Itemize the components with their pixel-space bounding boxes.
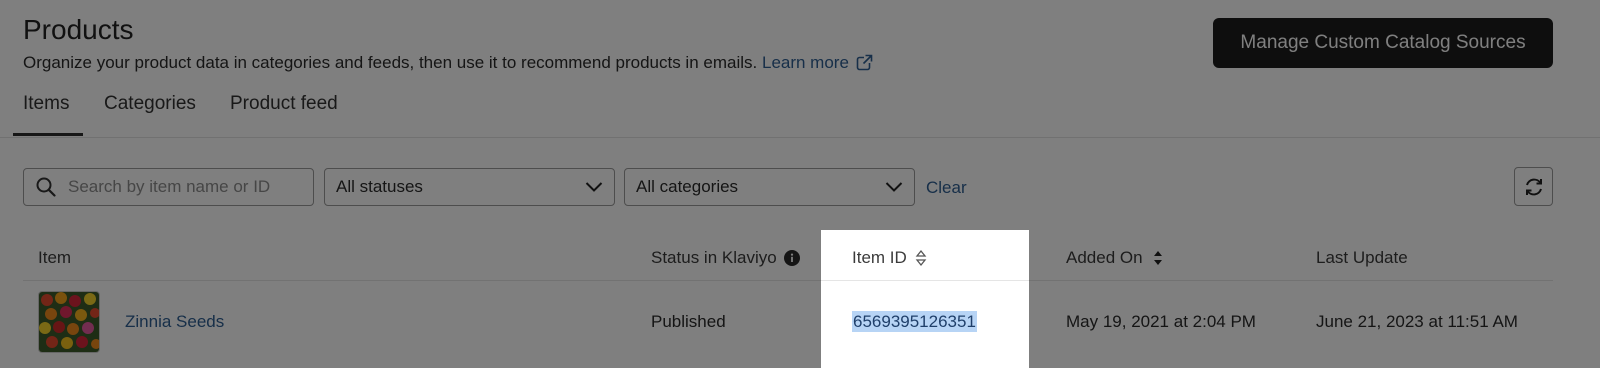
search-placeholder: Search by item name or ID [68,177,271,196]
clear-filters-link[interactable]: Clear [926,178,967,198]
tab-categories[interactable]: Categories [104,93,196,115]
status-select-value: All statuses [336,177,423,196]
learn-more-label: Learn more [761,53,849,72]
external-link-icon [856,54,873,71]
tab-product-feed[interactable]: Product feed [230,93,338,115]
category-select-value: All categories [636,177,739,196]
active-tab-indicator [13,133,83,136]
tab-items[interactable]: Items [23,93,69,115]
product-thumbnail [38,291,100,353]
products-page: Products Organize your product data in c… [0,0,1600,368]
refresh-button[interactable] [1514,167,1553,206]
column-header-added-on[interactable]: Added On [1066,248,1164,268]
category-select[interactable]: All categories [624,168,915,206]
table-header-divider [23,280,1553,281]
status-select[interactable]: All statuses [324,168,615,206]
manage-catalog-sources-button[interactable]: Manage Custom Catalog Sources [1213,18,1553,68]
column-header-item: Item [38,248,72,267]
column-header-status: Status in Klaviyo [651,248,800,268]
refresh-icon [1525,178,1542,195]
sort-icon[interactable] [1152,248,1164,268]
tabs-divider [0,137,1600,138]
column-header-item-id-label: Item ID [852,248,907,267]
column-header-item-id[interactable]: Item ID [852,248,927,268]
product-last-update: June 21, 2023 at 11:51 AM [1316,312,1518,331]
sort-icon[interactable] [915,248,927,268]
chevron-down-icon [885,182,903,192]
column-header-last-update: Last Update [1316,248,1408,267]
info-icon[interactable] [783,250,800,266]
product-name-link[interactable]: Zinnia Seeds [125,312,224,332]
column-header-status-label: Status in Klaviyo [651,248,777,267]
subtitle-text: Organize your product data in categories… [23,53,758,72]
product-added-on: May 19, 2021 at 2:04 PM [1066,312,1256,331]
page-title: Products [23,14,134,45]
product-item-id[interactable]: 6569395126351 [852,311,977,332]
search-input[interactable]: Search by item name or ID [23,168,314,206]
selected-item-id: 6569395126351 [852,311,977,332]
column-header-added-on-label: Added On [1066,248,1143,267]
chevron-down-icon [585,182,603,192]
product-status: Published [651,312,726,331]
learn-more-link[interactable]: Learn more [762,53,873,72]
search-icon [36,177,56,197]
page-subtitle: Organize your product data in categories… [23,53,873,73]
